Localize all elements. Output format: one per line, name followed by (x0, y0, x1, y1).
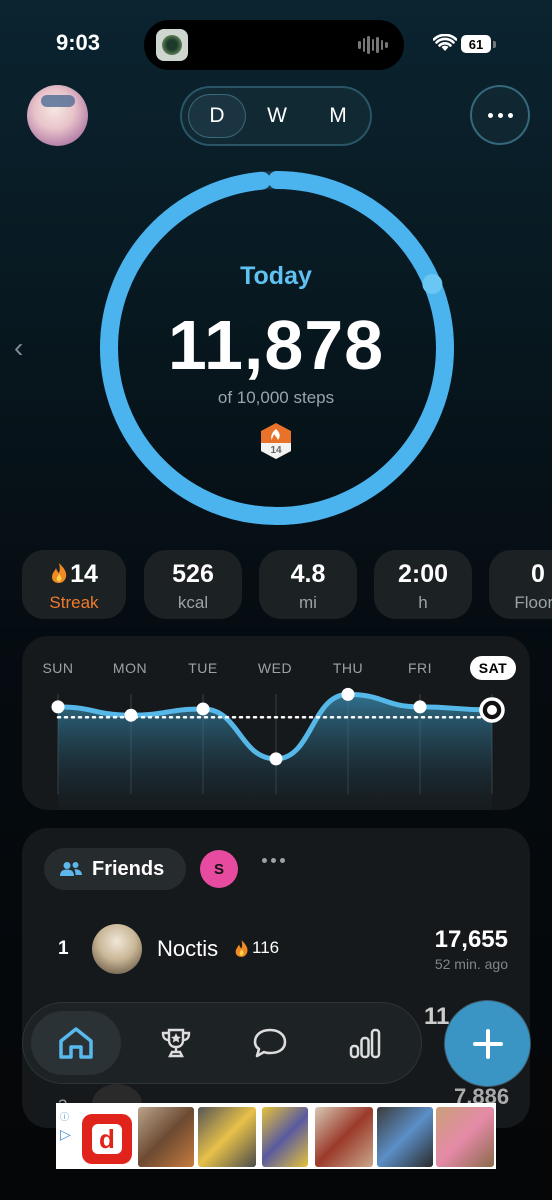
stat-time-label: h (418, 593, 428, 612)
step-progress-arc-end (422, 274, 443, 295)
stat-streak-label: Streak (49, 593, 99, 612)
bar-chart-icon (349, 1028, 381, 1059)
chat-bubble-icon (253, 1028, 287, 1058)
friend-streak: 116 (234, 938, 279, 958)
trophy-icon (161, 1028, 191, 1058)
plus-icon (472, 1028, 503, 1059)
friend-steps: 17,655 (434, 926, 508, 953)
segment-day[interactable]: D (188, 94, 246, 138)
badge-value: 14 (270, 445, 282, 456)
bottom-tab-bar (22, 1002, 422, 1084)
battery-tip (493, 41, 496, 48)
flame-icon (235, 939, 248, 957)
wifi-icon (433, 34, 457, 51)
status-time: 9:03 (56, 30, 101, 55)
add-button[interactable] (445, 1001, 530, 1086)
stat-distance-value: 4.8 (290, 560, 326, 588)
stat-kcal-label: kcal (177, 593, 209, 612)
friends-label: Friends (92, 857, 165, 880)
tab-stats[interactable] (320, 1011, 410, 1075)
row-rank: 1 (58, 938, 69, 959)
day-point[interactable] (124, 708, 138, 722)
stat-distance[interactable]: 4.8 mi (259, 550, 357, 619)
week-steps-chart (51, 687, 505, 810)
ad-choices-icon[interactable]: ▷ (60, 1126, 71, 1143)
battery-indicator: 61 (461, 35, 491, 53)
stat-kcal-value: 526 (172, 560, 214, 588)
ad-brand-logo[interactable]: d (82, 1114, 132, 1164)
ring-period-label: Today (240, 262, 312, 290)
stat-time-value: 2:00 (397, 560, 449, 588)
tab-home[interactable] (31, 1011, 121, 1075)
ad-product-image-3[interactable] (262, 1107, 308, 1167)
period-segmented-control: D W M (180, 86, 372, 146)
stat-kcal[interactable]: 526 kcal (144, 550, 242, 619)
ad-product-image-2[interactable] (198, 1107, 256, 1167)
flame-icon (52, 563, 67, 583)
day-point[interactable] (51, 700, 65, 714)
streak-badge-icon[interactable]: 14 (258, 421, 294, 461)
stat-time[interactable]: 2:00 h (374, 550, 472, 619)
friends-filter-button[interactable]: Friends (44, 848, 186, 890)
step-goal-text: of 10,000 steps (217, 388, 335, 407)
stat-floors[interactable]: 0 Floors (489, 550, 552, 619)
stat-floors-label: Floors (514, 593, 552, 612)
friend-avatar (92, 924, 142, 974)
ad-info-icon[interactable]: ⓘ (60, 1110, 69, 1123)
friend-streak-value: 116 (252, 938, 280, 957)
previous-day-chevron-icon[interactable]: ‹ (14, 332, 23, 364)
ad-product-image-6[interactable] (436, 1107, 494, 1167)
ad-product-image-4[interactable] (315, 1107, 373, 1167)
tab-trophy[interactable] (131, 1011, 221, 1075)
more-horizontal-icon (487, 112, 493, 118)
week-chart-card: SUN MON TUE WED THU FRI SAT (22, 636, 530, 810)
segment-week[interactable]: W (248, 94, 306, 138)
week-steps-area (58, 694, 492, 810)
stat-streak-value: 14 (70, 560, 98, 588)
day-point[interactable] (269, 752, 283, 766)
friend-name: Noctis (157, 936, 219, 961)
segment-month[interactable]: M (309, 94, 367, 138)
day-point-selected-dot (487, 705, 497, 715)
stats-row: 14 Streak 526 kcal 4.8 mi 2:00 h 0 Floor… (22, 550, 552, 620)
now-playing-app-icon (156, 29, 188, 61)
more-menu-button[interactable] (470, 85, 530, 145)
friends-more-icon[interactable] (262, 858, 285, 863)
stat-streak[interactable]: 14 Streak (22, 550, 126, 619)
stat-distance-label: mi (299, 593, 317, 612)
row-2-steps-partial: 11 (424, 1003, 450, 1030)
ad-product-image-5[interactable] (377, 1107, 433, 1167)
step-count: 11,878 (167, 306, 385, 384)
tab-chat[interactable] (225, 1011, 315, 1075)
day-point[interactable] (413, 700, 427, 714)
stat-floors-value: 0 (531, 560, 545, 588)
people-icon (60, 862, 82, 876)
day-point[interactable] (196, 702, 210, 716)
home-icon (59, 1027, 93, 1059)
ad-product-image-1[interactable] (138, 1107, 194, 1167)
dynamic-island[interactable] (144, 20, 404, 70)
friend-last-update: 52 min. ago (434, 956, 508, 972)
profile-avatar[interactable] (27, 85, 88, 146)
friend-avatar-s[interactable]: S (200, 850, 238, 888)
day-point[interactable] (341, 687, 355, 701)
audio-wave-icon (358, 35, 389, 55)
